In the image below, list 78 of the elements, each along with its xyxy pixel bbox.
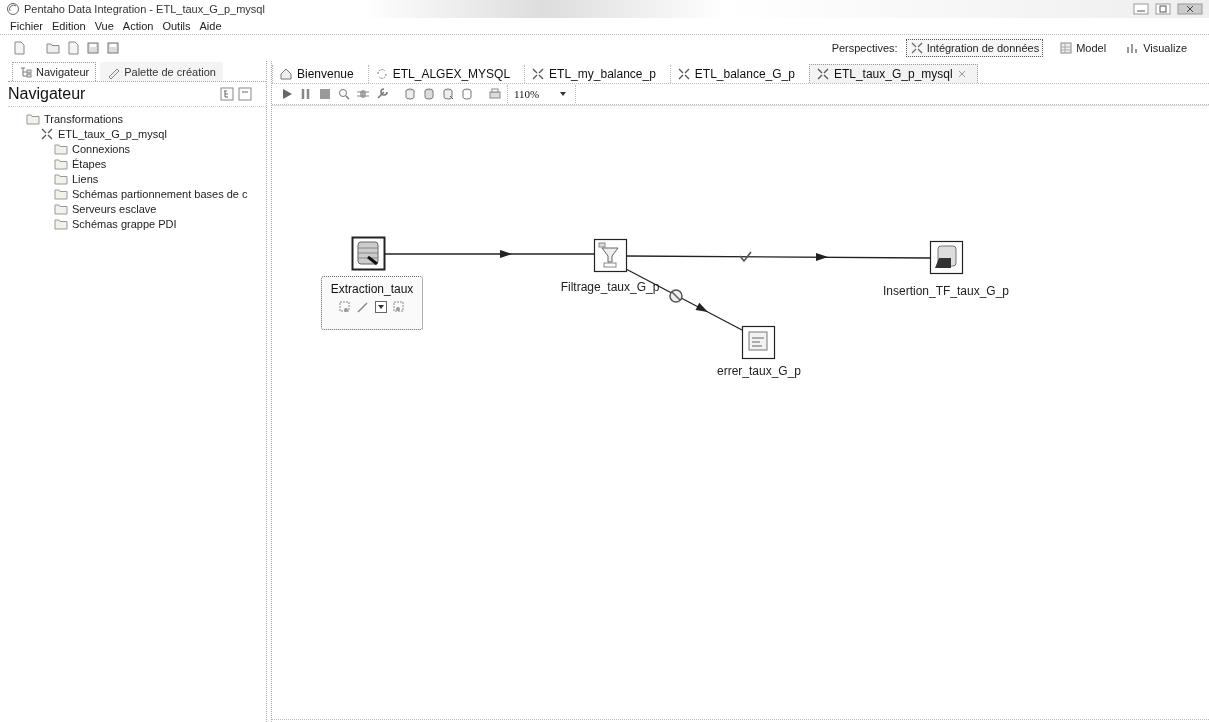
stop-icon[interactable] [318,87,332,101]
step-label[interactable]: Extraction_taux [330,282,414,296]
editor-tab[interactable]: ETL_my_balance_p [524,65,666,83]
wrench-icon[interactable] [375,87,389,101]
tree-item[interactable]: Liens [72,172,99,185]
circle-arrows-icon [374,67,389,81]
panel-title: Navigateur [8,85,87,103]
cross-arrows-icon [531,67,546,81]
document-icon[interactable] [66,41,80,55]
bug-icon[interactable] [356,87,370,101]
panel-tab[interactable]: Palette de création [100,62,223,81]
minimize-icon[interactable] [1133,3,1149,15]
window-title: Pentaho Data Integration - ETL_taux_G_p_mysql [24,3,265,15]
hop-arrow[interactable] [383,250,595,258]
perspective-button[interactable]: Intégration de données [905,39,1044,57]
tree-item[interactable]: Schémas grappe PDI [72,217,177,230]
collapse-icon[interactable] [238,87,252,101]
folder-icon[interactable] [46,41,60,55]
step-label[interactable]: Insertion_TF_taux_G_p [882,284,1010,298]
check-icon [739,251,752,263]
step-node[interactable] [593,238,628,273]
step-node[interactable] [741,325,776,360]
step-label[interactable]: Filtrage_taux_G_p [560,280,660,294]
close-icon[interactable] [1177,3,1203,15]
tree-item[interactable]: Connexions [72,142,131,155]
database-icon[interactable] [460,87,474,101]
folder-icon [54,141,68,156]
house-icon [279,67,293,81]
perspectives-label: Perspectives: [831,42,898,54]
printer-icon[interactable] [488,87,502,101]
tree-item[interactable]: Étapes [72,157,107,170]
tree-item[interactable]: Transformations [44,112,124,125]
editor-tab[interactable]: Bienvenue [272,65,364,83]
step-node[interactable] [351,236,386,271]
menu-item[interactable]: Vue [94,20,114,32]
editor-tab[interactable]: ETL_ALGEX_MYSQL [367,65,521,83]
play-icon[interactable] [280,87,294,101]
folder-icon [26,111,40,126]
prohibited-icon [669,289,683,303]
tree-icon [19,65,33,79]
editor-tab[interactable]: ETL_balance_G_p [669,65,805,83]
input-icon[interactable] [338,300,352,314]
grid-icon [1059,41,1074,55]
app-logo-icon [6,2,20,16]
magnifier-icon[interactable] [337,87,351,101]
menu-item[interactable]: Outils [162,20,191,32]
folder-icon [54,171,68,186]
perspective-button[interactable]: Visualize [1122,39,1191,57]
tree-item[interactable]: Serveurs esclave [72,202,157,215]
menu-item[interactable]: Aide [199,20,222,32]
perspective-button[interactable]: Model [1055,39,1111,57]
folder-icon [54,156,68,171]
cross-arrows-icon [815,67,830,81]
step-label[interactable]: errer_taux_G_p [717,364,801,378]
folder-icon [54,216,68,231]
folder-icon [54,186,68,201]
editor-tab[interactable]: ETL_taux_G_p_mysql [808,64,978,83]
menu-item[interactable]: Edition [52,20,86,32]
document-icon[interactable] [12,41,26,55]
step-node[interactable] [929,240,964,275]
database-icon[interactable] [403,87,417,101]
cross-arrows-icon [40,126,54,141]
cross-arrows-icon [676,67,691,81]
database-icon[interactable] [422,87,436,101]
maximize-icon[interactable] [1155,3,1171,15]
caret-icon [559,90,568,98]
menu-item[interactable]: Fichier [10,20,43,32]
folder-icon [54,201,68,216]
cross-arrows-icon [909,41,924,55]
expand-tree-icon[interactable] [220,87,234,101]
tree-item[interactable]: ETL_taux_G_p_mysql [58,127,167,140]
menu-icon[interactable] [374,300,388,314]
tree-item[interactable]: Schémas partionnement bases de c [72,187,248,200]
menu-item[interactable]: Action [122,20,154,32]
database-icon[interactable] [441,87,455,101]
panel-tab[interactable]: Navigateur [12,62,97,81]
hop-arrow[interactable] [625,252,931,261]
zoom-dropdown[interactable]: 110% [507,85,577,103]
